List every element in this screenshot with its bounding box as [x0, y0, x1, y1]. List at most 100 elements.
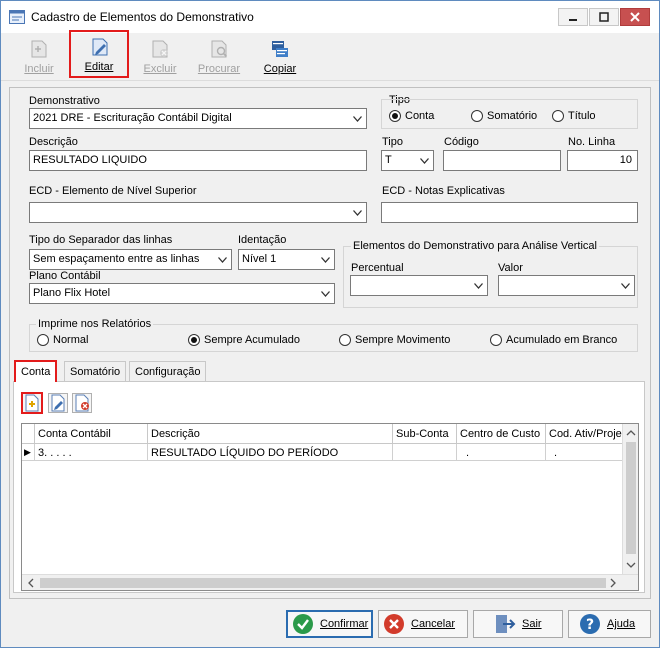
separador-select[interactable]: Sem espaçamento entre as linhas — [29, 249, 232, 270]
form-icon — [9, 10, 25, 24]
grid-header-conta[interactable]: Conta Contábil — [35, 424, 148, 444]
cancel-icon — [384, 614, 404, 634]
add-document-icon — [31, 40, 47, 58]
plano-label: Plano Contábil — [29, 270, 101, 282]
table-cell-conta[interactable]: 3. . . . . — [35, 444, 148, 461]
ecd-notas-field[interactable] — [381, 202, 638, 223]
table-cell-descricao[interactable]: RESULTADO LÍQUIDO DO PERÍODO — [148, 444, 393, 461]
plano-value: Plano Flix Hotel — [33, 287, 111, 299]
chevron-down-icon — [420, 158, 429, 164]
imprime-radio-sempre-movimento[interactable]: Sempre Movimento — [339, 334, 450, 346]
demonstrativo-label: Demonstrativo — [29, 95, 100, 107]
tipo-radio-titulo[interactable]: Título — [552, 110, 596, 122]
horizontal-scrollbar[interactable] — [22, 574, 638, 590]
edit-row-button[interactable] — [48, 393, 68, 413]
tipo-label: Tipo — [382, 136, 403, 148]
delete-row-button[interactable] — [72, 393, 92, 413]
table-cell-cod[interactable]: . — [546, 444, 624, 461]
copiar-label: Copiar — [263, 63, 297, 75]
minimize-button[interactable] — [558, 8, 588, 26]
editar-button[interactable]: Editar — [69, 30, 129, 78]
tipo-option-label: Título — [568, 110, 596, 122]
help-icon: ? — [580, 614, 600, 634]
vertical-scrollbar[interactable] — [622, 424, 638, 574]
valor-select[interactable] — [498, 275, 635, 296]
cancelar-button[interactable]: Cancelar — [378, 610, 468, 638]
confirmar-button[interactable]: Confirmar — [286, 610, 373, 638]
scroll-thumb[interactable] — [40, 578, 606, 588]
procurar-label: Procurar — [197, 63, 241, 75]
scroll-down-icon[interactable] — [623, 558, 639, 572]
tab-somatorio[interactable]: Somatório — [64, 361, 127, 381]
tab-configuracao[interactable]: Configuração — [129, 361, 207, 381]
accounts-grid[interactable]: Conta Contábil Descrição Sub-Conta Centr… — [21, 423, 639, 591]
chevron-down-icon — [321, 291, 330, 297]
sair-button[interactable]: Sair — [473, 610, 563, 638]
confirmar-label: Confirmar — [320, 618, 369, 630]
tab-conta[interactable]: Conta — [14, 360, 58, 382]
imprime-option-label: Acumulado em Branco — [506, 334, 618, 346]
percentual-select[interactable] — [350, 275, 488, 296]
no-linha-field[interactable]: 10 — [567, 150, 638, 171]
grid-header-descricao[interactable]: Descrição — [148, 424, 393, 444]
procurar-button[interactable]: Procurar — [191, 36, 247, 76]
incluir-label: Incluir — [24, 63, 54, 75]
svg-text:?: ? — [586, 617, 594, 633]
imprime-radio-acumulado-branco[interactable]: Acumulado em Branco — [490, 334, 617, 346]
tipo-radio-conta[interactable]: Conta — [389, 110, 434, 122]
excluir-button[interactable]: Excluir — [136, 36, 184, 76]
codigo-label: Código — [444, 136, 479, 148]
incluir-button[interactable]: Incluir — [15, 36, 63, 76]
ajuda-button[interactable]: ? Ajuda — [568, 610, 651, 638]
grid-indicator-header — [22, 424, 35, 444]
scroll-left-icon[interactable] — [24, 575, 38, 591]
no-linha-label: No. Linha — [568, 136, 616, 148]
maximize-button[interactable] — [589, 8, 619, 26]
radio-selected-icon — [389, 110, 401, 122]
close-button[interactable] — [620, 8, 650, 26]
chevron-down-icon — [218, 257, 227, 263]
descricao-label: Descrição — [29, 136, 78, 148]
ecd-superior-select[interactable] — [29, 202, 367, 223]
table-cell-subconta[interactable] — [393, 444, 457, 461]
tipo-option-label: Conta — [405, 110, 435, 122]
identacao-select[interactable]: Nível 1 — [238, 249, 335, 270]
row-indicator-icon: ▶ — [22, 444, 35, 461]
tipo-radio-somatorio[interactable]: Somatório — [471, 110, 537, 122]
demonstrativo-select[interactable]: 2021 DRE - Escrituração Contábil Digital — [29, 108, 367, 129]
maximize-icon — [599, 12, 609, 22]
grid-header-subconta[interactable]: Sub-Conta — [393, 424, 457, 444]
plano-select[interactable]: Plano Flix Hotel — [29, 283, 335, 304]
scroll-up-icon[interactable] — [623, 426, 639, 440]
title-bar: Cadastro de Elementos do Demonstrativo — [1, 1, 659, 33]
table-cell-centro[interactable]: . — [457, 444, 546, 461]
app-window: Cadastro de Elementos do Demonstrativo I… — [0, 0, 660, 648]
sair-label: Sair — [522, 618, 542, 630]
grid-header-cod[interactable]: Cod. Ativ/Proje — [546, 424, 624, 444]
codigo-field[interactable] — [443, 150, 561, 171]
radio-icon — [37, 334, 49, 346]
analise-vertical-label: Elementos do Demonstrativo para Análise … — [351, 240, 599, 252]
tipo-select[interactable]: T — [381, 150, 434, 171]
chevron-down-icon — [321, 257, 330, 263]
descricao-field[interactable]: RESULTADO LIQUIDO — [29, 150, 367, 171]
radio-icon — [552, 110, 564, 122]
scroll-right-icon[interactable] — [606, 575, 620, 591]
delete-document-icon — [152, 40, 168, 58]
scroll-thumb[interactable] — [626, 442, 636, 554]
separador-value: Sem espaçamento entre as linhas — [33, 253, 200, 265]
close-icon — [630, 12, 640, 22]
percentual-label: Percentual — [351, 262, 404, 274]
demonstrativo-value: 2021 DRE - Escrituração Contábil Digital — [33, 112, 232, 124]
add-row-button[interactable] — [21, 392, 43, 414]
delete-document-icon — [75, 394, 89, 412]
imprime-radio-sempre-acumulado[interactable]: Sempre Acumulado — [188, 334, 300, 346]
tipo-value: T — [385, 154, 392, 166]
check-icon — [293, 614, 313, 634]
identacao-value: Nível 1 — [242, 253, 277, 265]
grid-header-centro[interactable]: Centro de Custo — [457, 424, 546, 444]
radio-icon — [471, 110, 483, 122]
imprime-radio-normal[interactable]: Normal — [37, 334, 88, 346]
chevron-down-icon — [621, 283, 630, 289]
copiar-button[interactable]: Copiar — [256, 36, 304, 76]
